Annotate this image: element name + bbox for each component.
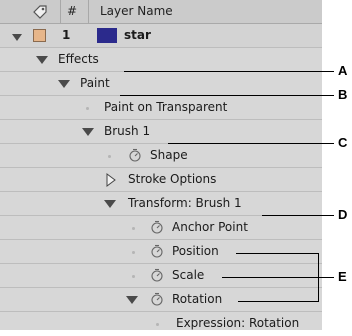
callout-line-e-scale [222, 277, 318, 278]
transform-label: Transform: Brush 1 [128, 196, 242, 210]
bullet-icon [86, 107, 89, 110]
property-row-anchor-point[interactable]: Anchor Point [0, 216, 322, 240]
property-row-shape[interactable]: Shape [0, 144, 322, 168]
column-header-row: # Layer Name [0, 0, 322, 24]
expression-rotation-label: Expression: Rotation [176, 316, 300, 330]
timeline-layer-panel: # Layer Name 1 star Effects Paint Paint … [0, 0, 322, 330]
brush1-expand-toggle[interactable] [82, 128, 94, 136]
stopwatch-icon[interactable] [150, 244, 164, 258]
callout-d: D [338, 207, 348, 222]
layer-row[interactable]: 1 star [0, 24, 322, 48]
effects-expand-toggle[interactable] [36, 56, 48, 64]
layer-number: 1 [62, 28, 71, 42]
callout-line-d [262, 215, 334, 216]
bullet-icon [156, 323, 159, 326]
transform-expand-toggle[interactable] [104, 200, 116, 208]
stopwatch-icon[interactable] [150, 292, 164, 306]
stopwatch-icon[interactable] [128, 148, 142, 162]
brush1-label: Brush 1 [104, 124, 151, 138]
bullet-icon [132, 275, 135, 278]
callout-a: A [338, 63, 348, 78]
paint-label: Paint [80, 76, 110, 90]
callout-c: C [338, 135, 348, 150]
property-row-effects[interactable]: Effects [0, 48, 322, 72]
layer-label-color-swatch[interactable] [33, 29, 46, 42]
property-row-expression-rotation[interactable]: Expression: Rotation [0, 312, 322, 336]
layer-color-icon [97, 28, 117, 43]
callout-line-c [168, 143, 334, 144]
callout-line-e-position [236, 253, 318, 254]
bullet-icon [132, 251, 135, 254]
paint-on-transparent-label: Paint on Transparent [104, 100, 228, 114]
callout-line-a [124, 71, 334, 72]
property-row-position[interactable]: Position [0, 240, 322, 264]
bullet-icon [132, 227, 135, 230]
stroke-options-expand-toggle[interactable] [106, 173, 116, 187]
property-row-transform[interactable]: Transform: Brush 1 [0, 192, 322, 216]
stopwatch-icon[interactable] [150, 268, 164, 282]
rotation-expand-toggle[interactable] [126, 296, 138, 304]
number-column-header[interactable]: # [67, 0, 77, 23]
rotation-label: Rotation [172, 292, 223, 306]
stroke-options-label: Stroke Options [128, 172, 217, 186]
property-row-stroke-options[interactable]: Stroke Options [0, 168, 322, 192]
property-row-rotation[interactable]: Rotation [0, 288, 322, 312]
callout-line-e-rotation [238, 301, 318, 302]
effects-label: Effects [58, 52, 99, 66]
property-row-paint[interactable]: Paint [0, 72, 322, 96]
callout-line-e [318, 277, 334, 278]
paint-expand-toggle[interactable] [58, 80, 70, 88]
bullet-icon [108, 155, 111, 158]
scale-label: Scale [172, 268, 205, 282]
property-row-scale[interactable]: Scale [0, 264, 322, 288]
layer-name[interactable]: star [124, 24, 151, 47]
property-row-brush1[interactable]: Brush 1 [0, 120, 322, 144]
shape-label: Shape [150, 148, 188, 162]
stopwatch-icon[interactable] [150, 220, 164, 234]
callout-line-b [120, 95, 334, 96]
tag-icon[interactable] [31, 3, 49, 21]
property-row-paint-on-transparent[interactable]: Paint on Transparent [0, 96, 322, 120]
callout-b: B [338, 87, 348, 102]
layer-name-column-header[interactable]: Layer Name [100, 0, 173, 23]
anchor-point-label: Anchor Point [172, 220, 248, 234]
position-label: Position [172, 244, 219, 258]
callout-e: E [338, 269, 347, 284]
layer-expand-toggle[interactable] [12, 34, 22, 41]
